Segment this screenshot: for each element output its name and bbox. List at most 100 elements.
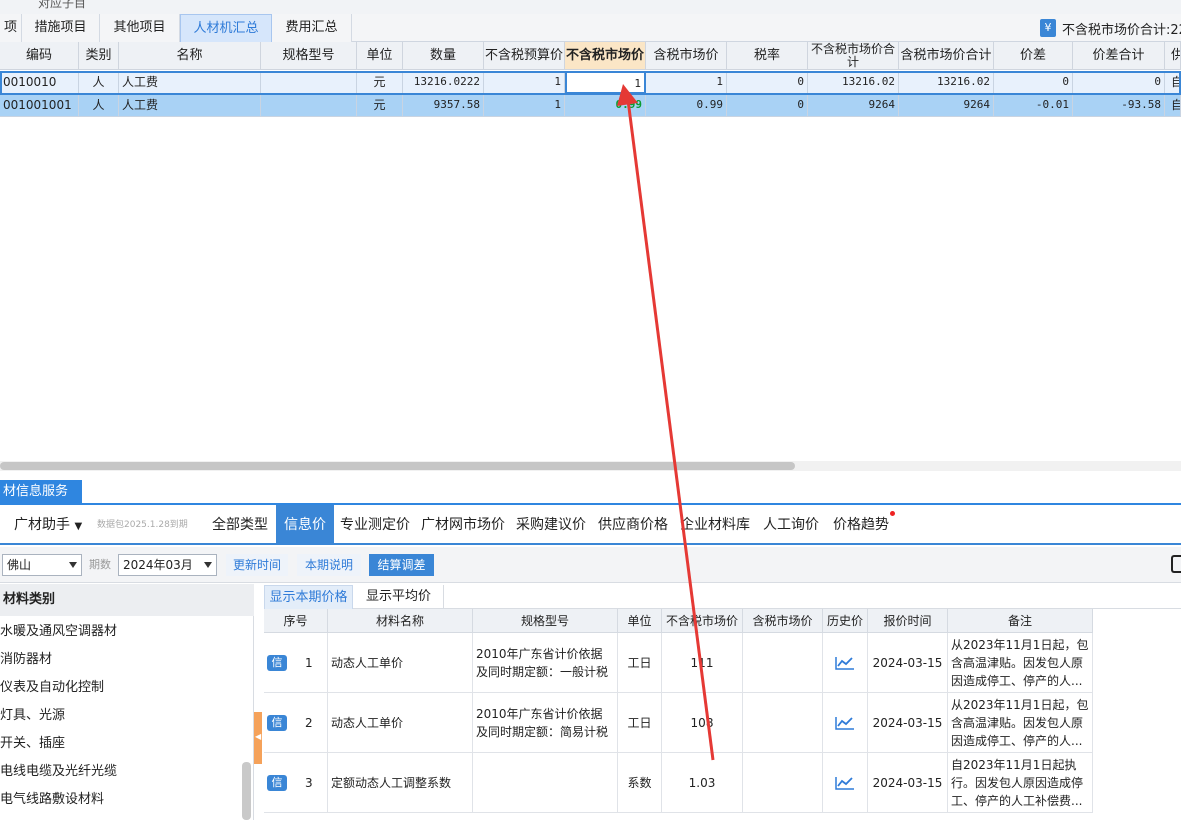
col-market[interactable]: 不含税市场价 <box>565 42 646 70</box>
th-unit[interactable]: 单位 <box>618 609 662 633</box>
col-qty[interactable]: 数量 <box>403 42 484 70</box>
nav-purchase-price[interactable]: 采购建议价 <box>516 505 586 545</box>
cell-qty[interactable]: 9357.58 <box>403 94 484 117</box>
row-price-tax[interactable] <box>743 693 823 753</box>
th-date[interactable]: 报价时间 <box>868 609 948 633</box>
tab-other[interactable]: 其他项目 <box>100 14 180 42</box>
cell-type[interactable]: 人 <box>79 71 119 94</box>
region-select[interactable]: 佛山 <box>2 554 82 576</box>
cell-code[interactable]: 001001001 <box>0 94 79 117</box>
market-price-input[interactable]: 1 <box>565 71 646 94</box>
tree-item[interactable]: 消防器材 <box>0 646 240 674</box>
cell-market-total[interactable]: 13216.02 <box>808 71 899 94</box>
col-budget[interactable]: 不含税预算价 <box>484 42 565 70</box>
period-desc-button[interactable]: 本期说明 <box>297 554 361 576</box>
trend-chart-icon[interactable] <box>823 693 868 753</box>
col-supply[interactable]: 供 <box>1165 42 1181 70</box>
tree-item[interactable]: 开关、插座 <box>0 730 240 758</box>
cell-unit[interactable]: 元 <box>357 71 403 94</box>
nav-labor-inquiry[interactable]: 人工询价 <box>763 505 819 545</box>
cell-market-total[interactable]: 9264 <box>808 94 899 117</box>
row-price-tax[interactable] <box>743 633 823 693</box>
tab-current-price[interactable]: 显示本期价格 <box>264 585 353 609</box>
nav-market-price[interactable]: 广材网市场价 <box>421 505 505 545</box>
nav-all-types[interactable]: 全部类型 <box>212 505 268 545</box>
cell-market[interactable]: 0.99 <box>565 94 646 117</box>
nav-supplier-price[interactable]: 供应商价格 <box>598 505 668 545</box>
row-price[interactable]: 108 <box>662 693 743 753</box>
col-market-total[interactable]: 不含税市场价合计 <box>808 42 899 70</box>
tab-labor-material[interactable]: 人材机汇总 <box>180 14 272 42</box>
cell-code[interactable]: 0010010 <box>0 71 79 94</box>
col-spec[interactable]: 规格型号 <box>261 42 357 70</box>
nav-info-price[interactable]: 信息价 <box>276 505 334 545</box>
th-material-name[interactable]: 材料名称 <box>328 609 473 633</box>
cell-spec[interactable] <box>261 71 357 94</box>
cell-budget[interactable]: 1 <box>484 71 565 94</box>
assistant-dropdown[interactable]: 广材助手 ▼ <box>14 505 82 545</box>
tab-measures[interactable]: 措施项目 <box>22 14 100 42</box>
tree-item[interactable]: 水暖及通风空调器材 <box>0 618 240 646</box>
tree-item[interactable]: 电气线路敷设材料 <box>0 786 240 814</box>
nav-professional-price[interactable]: 专业测定价 <box>340 505 410 545</box>
tree-item[interactable]: 仪表及自动化控制 <box>0 674 240 702</box>
update-time-button[interactable]: 更新时间 <box>226 554 288 576</box>
cell-market-tax[interactable]: 0.99 <box>646 94 727 117</box>
cell-tax-rate[interactable]: 0 <box>727 71 808 94</box>
cell-qty[interactable]: 13216.0222 <box>403 71 484 94</box>
cell-unit[interactable]: 元 <box>357 94 403 117</box>
th-note[interactable]: 备注 <box>948 609 1093 633</box>
nav-price-trend[interactable]: 价格趋势 <box>833 505 895 545</box>
cell-budget[interactable]: 1 <box>484 94 565 117</box>
col-market-tax[interactable]: 含税市场价 <box>646 42 727 70</box>
cell-tax-rate[interactable]: 0 <box>727 94 808 117</box>
cell-market-tax-total[interactable]: 13216.02 <box>899 71 994 94</box>
cell-diff-total[interactable]: 0 <box>1073 71 1165 94</box>
col-tax-rate[interactable]: 税率 <box>727 42 808 70</box>
grid-hscroll-thumb[interactable] <box>0 462 795 470</box>
lock-icon[interactable] <box>1171 555 1181 573</box>
trend-chart-icon[interactable] <box>823 753 868 813</box>
row-index: 3 <box>305 775 313 790</box>
row-price[interactable]: 111 <box>662 633 743 693</box>
cell-diff-total[interactable]: -93.58 <box>1073 94 1165 117</box>
info-badge-icon: 信 <box>267 774 287 791</box>
cell-market-tax[interactable]: 1 <box>646 71 727 94</box>
cell-market-tax-total[interactable]: 9264 <box>899 94 994 117</box>
col-unit[interactable]: 单位 <box>357 42 403 70</box>
trend-chart-icon[interactable] <box>823 633 868 693</box>
col-type[interactable]: 类别 <box>79 42 119 70</box>
settle-adjust-button[interactable]: 结算调差 <box>369 554 434 576</box>
col-diff[interactable]: 价差 <box>994 42 1073 70</box>
cell-supply[interactable]: 自 <box>1165 94 1181 117</box>
row-price-tax[interactable] <box>743 753 823 813</box>
col-diff-total[interactable]: 价差合计 <box>1073 42 1165 70</box>
cell-diff[interactable]: 0 <box>994 71 1073 94</box>
col-name[interactable]: 名称 <box>119 42 261 70</box>
col-market-tax-total[interactable]: 含税市场价合计 <box>899 42 994 70</box>
period-select[interactable]: 2024年03月 <box>118 554 217 576</box>
th-spec[interactable]: 规格型号 <box>473 609 618 633</box>
tree-vscroll-thumb[interactable] <box>242 762 251 820</box>
col-code[interactable]: 编码 <box>0 42 79 70</box>
tree-item[interactable]: 灯具、光源 <box>0 702 240 730</box>
th-price[interactable]: 不含税市场价 <box>662 609 743 633</box>
th-price-tax[interactable]: 含税市场价 <box>743 609 823 633</box>
cell-diff[interactable]: -0.01 <box>994 94 1073 117</box>
collapse-handle[interactable]: ◀ <box>254 712 262 764</box>
panel-title[interactable]: 材信息服务 <box>0 480 82 504</box>
tab-average-price[interactable]: 显示平均价 <box>354 585 444 609</box>
cell-name[interactable]: 人工费 <box>119 94 261 117</box>
cell-spec[interactable] <box>261 94 357 117</box>
nav-enterprise-library[interactable]: 企业材料库 <box>680 505 750 545</box>
th-history[interactable]: 历史价 <box>823 609 868 633</box>
cell-name[interactable]: 人工费 <box>119 71 261 94</box>
period-label: 期数 <box>89 558 111 571</box>
cell-supply[interactable]: 自 <box>1165 71 1181 94</box>
tree-item[interactable]: 电线电缆及光纤光缆 <box>0 758 240 786</box>
row-price[interactable]: 1.03 <box>662 753 743 813</box>
tab-project[interactable]: 项 <box>0 14 22 42</box>
cell-type[interactable]: 人 <box>79 94 119 117</box>
th-index[interactable]: 序号 <box>264 609 328 633</box>
tab-cost-summary[interactable]: 费用汇总 <box>272 14 352 42</box>
